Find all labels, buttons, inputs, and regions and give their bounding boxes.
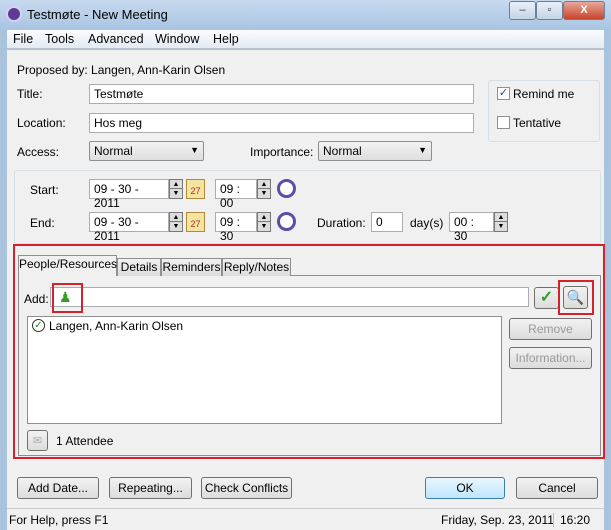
end-date-spinner[interactable]: ▲ ▼	[169, 212, 183, 232]
maximize-button[interactable]: ▫	[536, 1, 563, 20]
menu-advanced[interactable]: Advanced	[88, 32, 144, 46]
end-label: End:	[30, 216, 55, 230]
location-label: Location:	[17, 116, 66, 130]
proposed-by: Proposed by: Langen, Ann-Karin Olsen	[17, 63, 226, 77]
check-names-button[interactable]: ✓	[534, 287, 559, 309]
add-input[interactable]	[50, 287, 529, 307]
ok-button[interactable]: OK	[425, 477, 505, 499]
access-label: Access:	[17, 145, 60, 159]
status-help: For Help, press F1	[9, 513, 109, 527]
accepted-icon: ✓	[32, 319, 45, 332]
attendee-count: 1 Attendee	[56, 434, 114, 448]
importance-select[interactable]: Normal	[318, 141, 432, 161]
email-icon[interactable]: ✉	[27, 430, 48, 451]
menu-bar: File Tools Advanced Window Help	[7, 30, 604, 49]
start-label: Start:	[30, 183, 59, 197]
start-date-input[interactable]: 09 - 30 - 2011	[89, 179, 169, 210]
end-time-input[interactable]: 09 : 30	[215, 212, 257, 243]
cancel-button[interactable]: Cancel	[516, 477, 598, 499]
menu-help[interactable]: Help	[213, 32, 239, 46]
remove-button[interactable]: Remove	[509, 318, 592, 340]
start-date-spinner[interactable]: ▲ ▼	[169, 179, 183, 199]
duration-time-input[interactable]: 00 : 30	[449, 212, 494, 243]
tab-reminders[interactable]: Reminders	[161, 258, 222, 276]
tab-details[interactable]: Details	[117, 258, 161, 276]
tab-people-resources[interactable]: People/Resources	[18, 255, 117, 276]
duration-days-input[interactable]: 0	[371, 212, 403, 232]
tab-reply-notes[interactable]: Reply/Notes	[222, 258, 291, 276]
start-time-spinner[interactable]: ▲ ▼	[257, 179, 271, 199]
information-button[interactable]: Information...	[509, 347, 592, 369]
close-button[interactable]: X	[563, 1, 605, 20]
calendar-icon[interactable]: 27	[186, 212, 205, 232]
title-label: Title:	[17, 87, 43, 101]
menu-window[interactable]: Window	[155, 32, 199, 46]
status-time: 16:20	[553, 513, 590, 527]
attendee-item[interactable]: Langen, Ann-Karin Olsen	[49, 319, 183, 333]
minimize-button[interactable]: –	[509, 1, 536, 20]
start-time-input[interactable]: 09 : 00	[215, 179, 257, 210]
title-input[interactable]: Testmøte	[89, 84, 474, 104]
window-title: Testmøte - New Meeting	[27, 7, 168, 22]
search-icon[interactable]: 🔍	[563, 286, 588, 309]
check-conflicts-button[interactable]: Check Conflicts	[201, 477, 292, 499]
calendar-icon[interactable]: 27	[186, 179, 205, 199]
clock-icon[interactable]	[277, 179, 296, 198]
add-label: Add:	[24, 292, 49, 306]
remind-me-checkbox[interactable]: ✓	[497, 87, 510, 100]
title-bar[interactable]: Testmøte - New Meeting – ▫ X	[0, 0, 611, 30]
repeating-button[interactable]: Repeating...	[109, 477, 192, 499]
clock-app-icon	[6, 6, 22, 22]
menu-tools[interactable]: Tools	[45, 32, 74, 46]
duration-label: Duration:	[317, 216, 366, 230]
person-add-icon[interactable]: ♟	[59, 289, 72, 306]
add-date-button[interactable]: Add Date...	[17, 477, 99, 499]
location-input[interactable]: Hos meg	[89, 113, 474, 133]
remind-me-label: Remind me	[513, 87, 575, 101]
end-time-spinner[interactable]: ▲ ▼	[257, 212, 271, 232]
menu-file[interactable]: File	[13, 32, 33, 46]
status-date: Friday, Sep. 23, 2011	[441, 513, 554, 527]
access-select[interactable]: Normal	[89, 141, 204, 161]
importance-label: Importance:	[250, 145, 314, 159]
days-label: day(s)	[410, 216, 444, 230]
duration-time-spinner[interactable]: ▲ ▼	[494, 212, 508, 232]
clock-icon[interactable]	[277, 212, 296, 231]
tentative-checkbox[interactable]	[497, 116, 510, 129]
end-date-input[interactable]: 09 - 30 - 2011	[89, 212, 169, 243]
status-bar: For Help, press F1 Friday, Sep. 23, 2011…	[7, 508, 604, 530]
tentative-label: Tentative	[513, 116, 562, 130]
